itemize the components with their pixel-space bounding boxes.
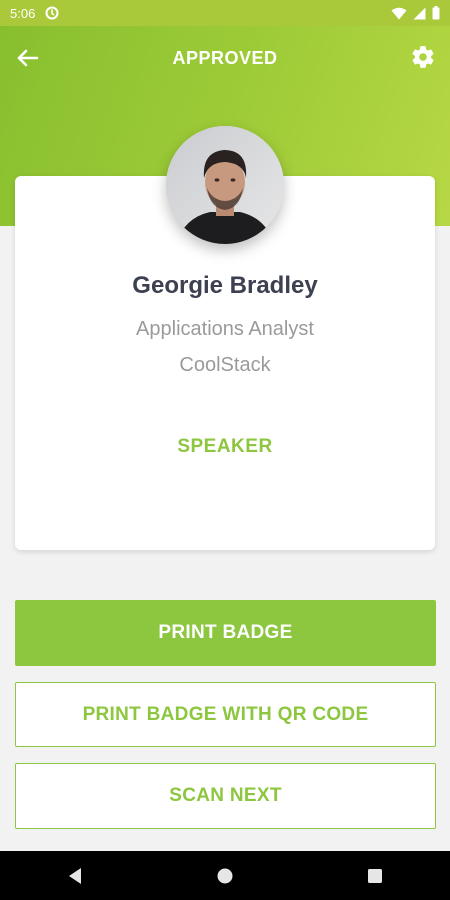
back-arrow-icon [17,49,39,67]
attendee-name: Georgie Bradley [132,272,318,299]
recents-square-icon [368,868,382,883]
avatar [166,126,284,244]
battery-icon [432,6,440,20]
signal-icon [413,7,426,20]
attendee-company: CoolStack [179,354,271,376]
status-bar-right [391,6,440,20]
wifi-icon [391,7,407,20]
app-bar: APPROVED [0,26,450,90]
nav-home-button[interactable] [205,856,245,896]
home-circle-icon [217,868,233,883]
gear-icon [412,46,434,68]
nav-back-button[interactable] [55,856,95,896]
attendee-job-title: Applications Analyst [136,318,314,340]
settings-button[interactable] [410,44,436,70]
attendee-role-badge: SPEAKER [177,436,273,457]
print-badge-qr-button[interactable]: PRINT BADGE WITH QR CODE [15,682,436,747]
print-badge-button[interactable]: PRINT BADGE [15,600,436,666]
profile-photo [166,126,284,244]
system-navigation-bar [0,851,450,900]
status-time: 5:06 [10,5,36,21]
page-title: APPROVED [172,47,278,68]
data-saver-icon [45,6,59,20]
scan-next-button[interactable]: SCAN NEXT [15,763,436,829]
status-bar-left: 5:06 [10,6,59,21]
status-bar: 5:06 [0,0,450,26]
nav-recents-button[interactable] [355,856,395,896]
back-button[interactable] [14,46,42,70]
back-triangle-icon [69,867,81,884]
